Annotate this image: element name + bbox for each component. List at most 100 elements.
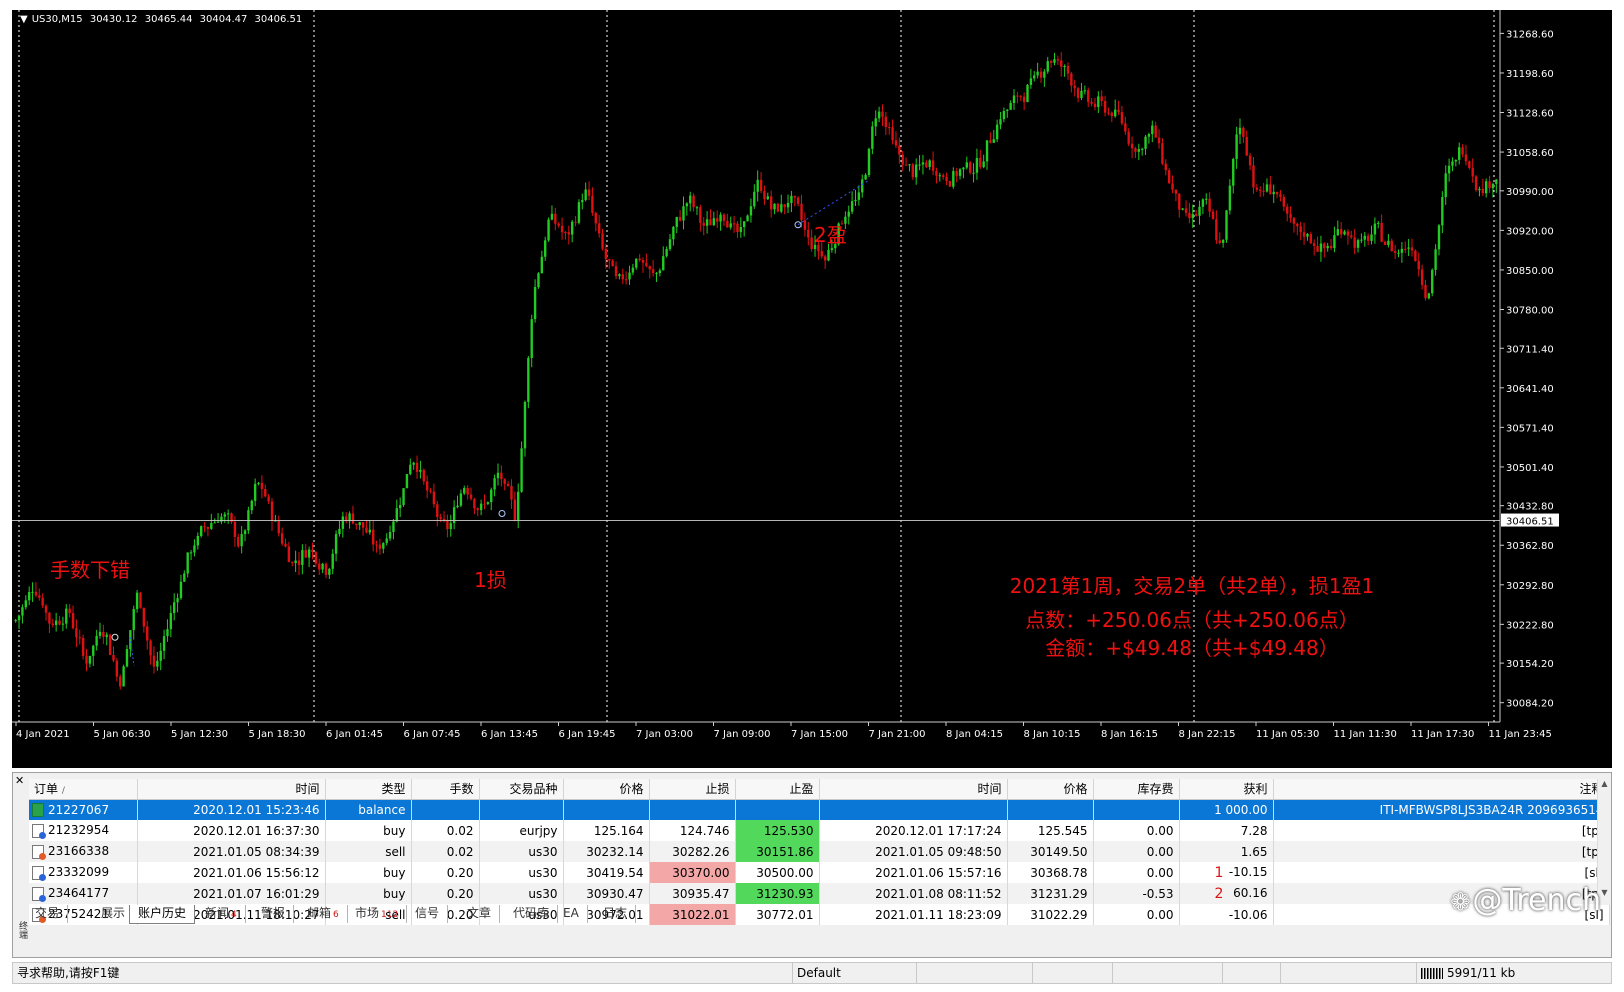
price-chart[interactable]: 31268.60 31198.60 31128.60 31058.60 30990.00…	[12, 10, 1612, 768]
tab-10[interactable]: EA	[555, 905, 588, 923]
status-profile[interactable]: Default	[793, 963, 917, 984]
tab-5[interactable]: 邮箱 6	[299, 905, 348, 923]
candle-body	[1323, 243, 1326, 249]
candle-body	[881, 111, 884, 117]
candle-body	[220, 516, 223, 522]
candle-body	[71, 613, 75, 629]
tab-6[interactable]: 市场 112	[347, 905, 408, 923]
candle-body	[854, 199, 857, 202]
column-header-tp[interactable]: 止盈	[735, 779, 820, 800]
tab-0[interactable]: 交易	[27, 905, 69, 923]
candle-body	[766, 196, 770, 200]
tab-label: EA	[563, 906, 579, 920]
cell-sl: 30935.47	[649, 883, 736, 904]
column-header-swap[interactable]: 库存费	[1093, 779, 1180, 800]
time-label: 7 Jan 15:00	[791, 729, 848, 740]
candle-body	[1063, 66, 1066, 68]
column-header-open-price[interactable]: 价格	[563, 779, 650, 800]
candle-body	[1184, 208, 1188, 213]
cell-order[interactable]: 23166338	[29, 841, 138, 862]
cell-profit: 1 -10.15	[1179, 862, 1274, 883]
tab-11[interactable]: 日志	[595, 905, 637, 923]
candle-body	[1060, 60, 1063, 67]
candle-body	[419, 469, 422, 472]
candle-body	[901, 154, 904, 165]
column-header-order[interactable]: 订单 /	[29, 779, 138, 800]
candle-body	[196, 536, 200, 546]
candle-body	[1242, 127, 1245, 137]
candle-body	[689, 195, 692, 204]
tab-7[interactable]: 信号	[407, 905, 449, 923]
cell-order[interactable]: 23332099	[29, 862, 138, 883]
candle-body	[1286, 206, 1289, 214]
chart-canvas[interactable]: 31268.60 31198.60 31128.60 31058.60 30990.00…	[12, 10, 1612, 768]
candle-body	[992, 139, 995, 143]
column-header-comment[interactable]: 注释	[1273, 779, 1610, 800]
candle-body	[169, 613, 173, 630]
tab-8[interactable]: 文章	[459, 905, 501, 923]
tab-1[interactable]: 展示	[93, 905, 135, 923]
candle-body	[614, 266, 618, 277]
trade-entry-marker[interactable]	[111, 633, 119, 641]
candle-body	[291, 562, 294, 564]
column-header-symbol[interactable]: 交易品种	[479, 779, 564, 800]
cell-order[interactable]: 23464177	[29, 883, 138, 904]
candle-body	[1353, 237, 1356, 248]
trade-entry-marker[interactable]	[498, 509, 506, 517]
tab-4[interactable]: 警报	[253, 905, 295, 923]
candle-body	[415, 462, 419, 472]
terminal-panel[interactable]: ✕ 终端 订单 / 时间 类型 手数 交易品种 价格 止损 止盈 时间 价格 库…	[12, 772, 1612, 958]
candle-body	[850, 201, 854, 212]
table-row[interactable]: 23464177 2021.01.07 16:01:29 buy 0.20 us30 30…	[29, 883, 1610, 904]
candle-body	[469, 494, 473, 499]
cell-order[interactable]: 21227067	[29, 799, 138, 820]
table-row[interactable]: 21232954 2020.12.01 16:37:30 buy 0.02 eurjpy…	[29, 820, 1610, 841]
candle-body	[294, 560, 297, 564]
tab-3[interactable]: 新闻 4	[197, 905, 246, 923]
time-label: 6 Jan 07:45	[404, 729, 461, 740]
triangle-down-icon[interactable]: ▼	[20, 14, 28, 25]
candle-body	[985, 140, 989, 162]
balance-icon	[32, 803, 44, 817]
column-header-profit[interactable]: 获利	[1179, 779, 1274, 800]
tab-label: 市场	[355, 906, 380, 920]
candle-body	[85, 655, 88, 664]
candle-body	[108, 634, 112, 655]
candle-body	[1097, 96, 1100, 107]
column-header-type[interactable]: 类型	[325, 779, 412, 800]
candle-body	[324, 563, 328, 575]
cell-order[interactable]: 21232954	[29, 820, 138, 841]
close-icon[interactable]: ✕	[15, 775, 24, 787]
time-label: 5 Jan 12:30	[171, 729, 228, 740]
status-connection[interactable]: 5991/11 kb	[1417, 963, 1611, 984]
candle-body	[958, 169, 962, 176]
candle-body	[361, 522, 365, 528]
table-row[interactable]: 23332099 2021.01.06 15:56:12 buy 0.20 us30 30…	[29, 862, 1610, 883]
candle-body	[398, 505, 402, 509]
candle-body	[1444, 173, 1447, 198]
tab-9[interactable]: 代码库	[505, 905, 559, 923]
candle-body	[999, 119, 1002, 125]
tab-2[interactable]: 账户历史	[129, 905, 196, 924]
table-row[interactable]: 21227067 2020.12.01 15:23:46 balance 1 000.…	[29, 799, 1610, 820]
candle-body	[1296, 223, 1299, 227]
candle-body	[1110, 112, 1114, 117]
candle-body	[1248, 155, 1252, 166]
account-history-table[interactable]: 订单 / 时间 类型 手数 交易品种 价格 止损 止盈 时间 价格 库存费 获利…	[29, 779, 1610, 925]
price-label: 30501.40	[1506, 463, 1554, 474]
column-header-close-time[interactable]: 时间	[819, 779, 1008, 800]
tab-label: 信号	[415, 906, 440, 920]
cell-close-time: 2021.01.05 09:48:50	[819, 841, 1008, 862]
column-header-lots[interactable]: 手数	[411, 779, 480, 800]
table-row[interactable]: 23166338 2021.01.05 08:34:39 sell 0.02 us30 3…	[29, 841, 1610, 862]
cell-comment: [tp]	[1273, 841, 1610, 862]
column-header-sl[interactable]: 止损	[649, 779, 736, 800]
column-header-close-price[interactable]: 价格	[1007, 779, 1094, 800]
trade-number-marker: 2	[1214, 885, 1224, 902]
candle-body	[1113, 109, 1117, 117]
candle-body	[861, 179, 864, 193]
scroll-up-icon[interactable]: ▲	[1598, 779, 1611, 788]
column-header-open-time[interactable]: 时间	[137, 779, 326, 800]
candle-body	[624, 279, 628, 281]
time-label: 5 Jan 18:30	[249, 729, 306, 740]
